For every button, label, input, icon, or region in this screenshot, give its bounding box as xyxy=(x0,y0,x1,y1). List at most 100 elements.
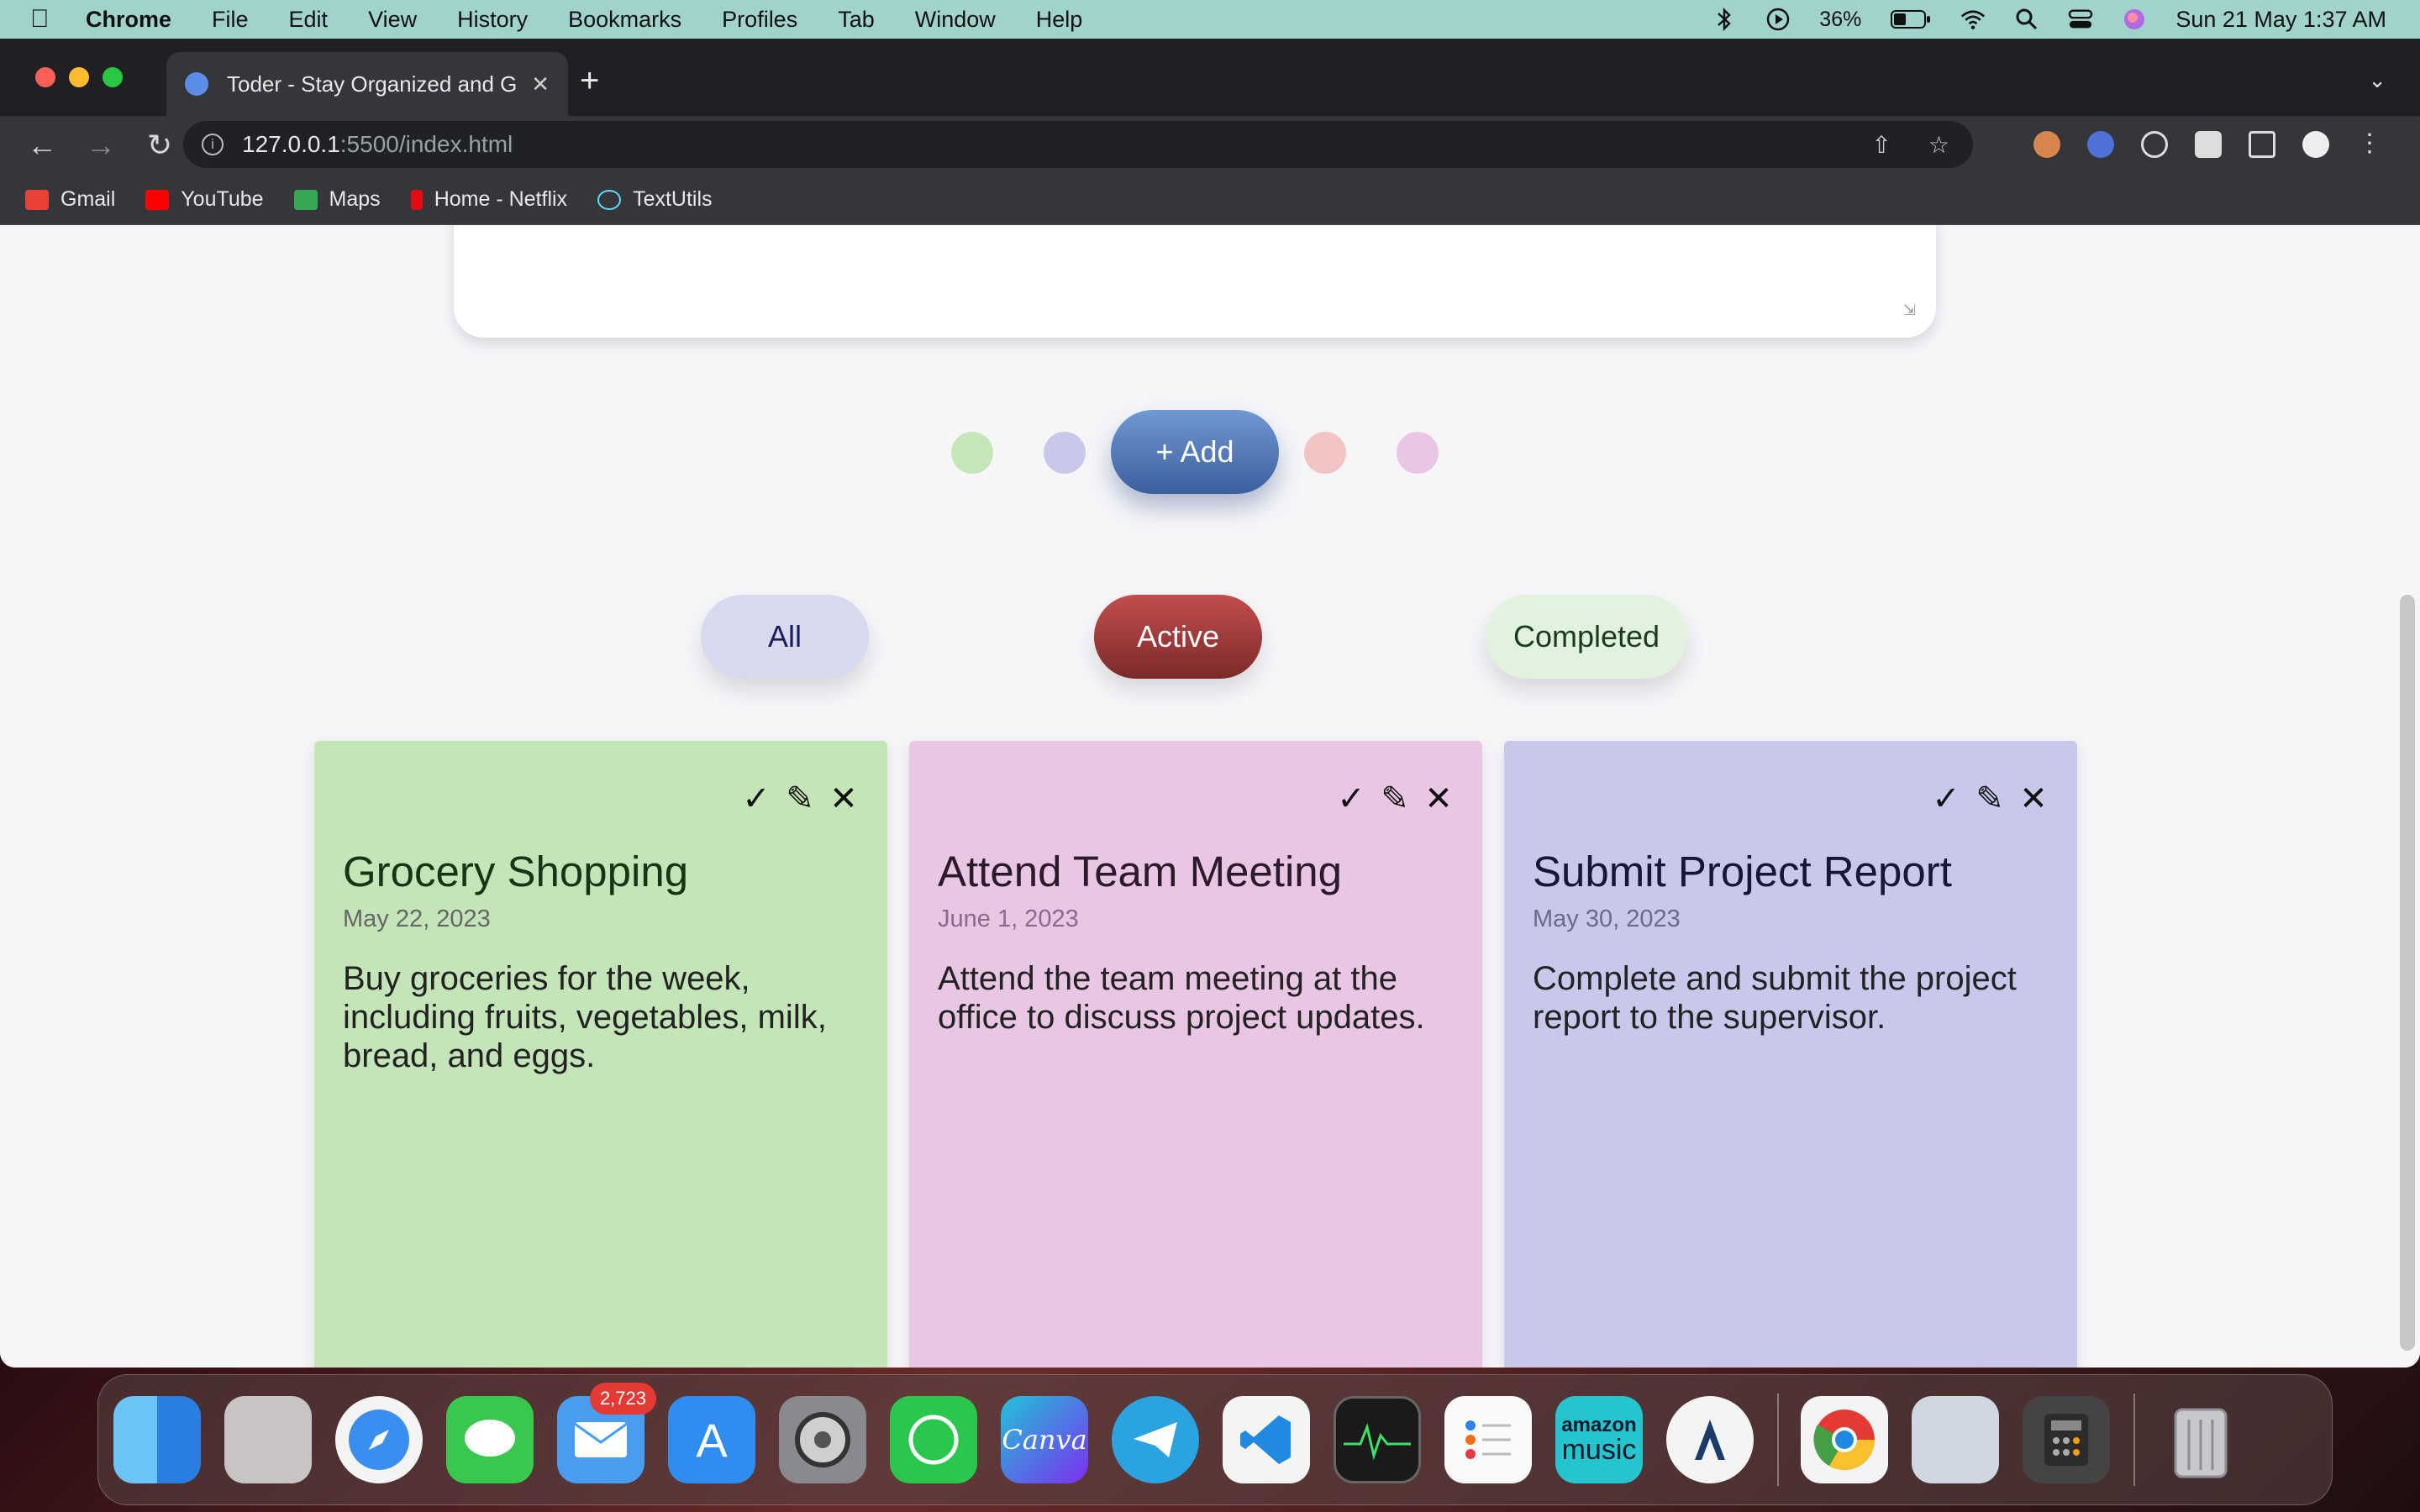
color-option-green[interactable] xyxy=(951,432,993,474)
color-option-pink[interactable] xyxy=(1304,432,1346,474)
profile-avatar-icon[interactable] xyxy=(2302,131,2329,158)
chrome-menu-icon[interactable]: ⋮ xyxy=(2356,131,2383,158)
url-path: :5500/index.html xyxy=(339,131,513,157)
menu-app-name[interactable]: Chrome xyxy=(86,7,171,33)
note-title: Grocery Shopping xyxy=(343,848,689,895)
canva-icon[interactable]: Canva xyxy=(1001,1396,1088,1483)
bookmark-youtube[interactable]: YouTube xyxy=(145,187,264,212)
bookmark-textutils[interactable]: TextUtils xyxy=(597,187,713,212)
delete-close-icon[interactable]: ✕ xyxy=(829,780,859,818)
gmail-icon xyxy=(25,189,49,210)
share-icon[interactable]: ⇧ xyxy=(1871,131,1891,159)
menu-window[interactable]: Window xyxy=(915,7,996,33)
bookmark-star-icon[interactable]: ☆ xyxy=(1928,131,1949,159)
dock-separator xyxy=(1777,1394,1779,1486)
trash-icon[interactable] xyxy=(2157,1396,2244,1483)
note-description: Complete and submit the project report t… xyxy=(1533,960,2017,1036)
calculator-icon[interactable] xyxy=(2023,1396,2110,1483)
browser-tab[interactable]: Toder - Stay Organized and Ge ✕ xyxy=(166,52,568,116)
battery-icon[interactable] xyxy=(1890,7,1932,32)
maps-icon xyxy=(293,189,318,210)
extension-cookie-icon[interactable] xyxy=(2033,131,2060,158)
note-date: June 1, 2023 xyxy=(938,906,1079,932)
edit-pencil-icon[interactable]: ✎ xyxy=(1380,780,1410,818)
wifi-icon[interactable] xyxy=(1960,7,1986,32)
extensions-puzzle-icon[interactable] xyxy=(2195,131,2222,158)
edit-pencil-icon[interactable]: ✎ xyxy=(785,780,815,818)
delete-close-icon[interactable]: ✕ xyxy=(2018,780,2049,818)
bookmark-netflix[interactable]: Home - Netflix xyxy=(410,187,567,212)
close-window-button[interactable] xyxy=(35,67,55,87)
amazon-music-label-top: amazon xyxy=(1561,1414,1637,1436)
apple-icon[interactable]:  xyxy=(30,5,60,34)
address-bar[interactable]: i 127.0.0.1:5500/index.html ⇧ ☆ xyxy=(183,121,1973,168)
amazon-music-icon[interactable]: amazon music xyxy=(1555,1396,1643,1483)
spotlight-search-icon[interactable] xyxy=(2014,7,2039,32)
react-devtools-icon[interactable] xyxy=(2141,131,2168,158)
bookmark-maps[interactable]: Maps xyxy=(293,187,381,212)
reminders-icon[interactable] xyxy=(1444,1396,1532,1483)
edit-pencil-icon[interactable]: ✎ xyxy=(1975,780,2005,818)
menu-edit[interactable]: Edit xyxy=(289,7,329,33)
activity-monitor-icon[interactable] xyxy=(1334,1396,1421,1483)
new-tab-icon[interactable]: + xyxy=(580,62,599,100)
menu-bookmarks[interactable]: Bookmarks xyxy=(568,7,681,33)
vscode-icon[interactable] xyxy=(1223,1396,1310,1483)
bluetooth-icon[interactable] xyxy=(1712,7,1737,32)
tab-search-chevron-icon[interactable]: ⌄ xyxy=(2368,67,2386,93)
menu-help[interactable]: Help xyxy=(1036,7,1083,33)
system-settings-icon[interactable] xyxy=(779,1396,866,1483)
filter-completed-button[interactable]: Completed xyxy=(1486,595,1687,679)
menu-clock[interactable]: Sun 21 May 1:37 AM xyxy=(2175,7,2386,33)
control-center-icon[interactable] xyxy=(2068,7,2093,32)
complete-check-icon[interactable]: ✓ xyxy=(1931,780,1961,818)
tab-title: Toder - Stay Organized and Ge xyxy=(227,71,517,97)
page-scrollbar[interactable] xyxy=(2400,595,2415,1351)
filter-all-button[interactable]: All xyxy=(701,595,869,679)
back-icon[interactable]: ← xyxy=(25,128,59,163)
safari-icon[interactable] xyxy=(335,1396,423,1483)
menu-history[interactable]: History xyxy=(457,7,528,33)
note-date: May 30, 2023 xyxy=(1533,906,1681,932)
color-option-purple[interactable] xyxy=(1397,432,1439,474)
complete-check-icon[interactable]: ✓ xyxy=(1336,780,1366,818)
note-description-textarea[interactable]: ⇲ xyxy=(454,225,1936,338)
forward-icon[interactable]: → xyxy=(84,128,118,163)
android-studio-icon[interactable] xyxy=(1666,1396,1754,1483)
tab-strip: Toder - Stay Organized and Ge ✕ + ⌄ xyxy=(0,39,2420,116)
minimize-window-button[interactable] xyxy=(69,67,89,87)
menu-view[interactable]: View xyxy=(368,7,417,33)
site-info-icon[interactable]: i xyxy=(202,134,224,155)
preview-icon[interactable] xyxy=(1912,1396,1999,1483)
app-store-icon[interactable]: A xyxy=(668,1396,755,1483)
mail-icon[interactable]: 2,723 xyxy=(557,1383,656,1483)
bookmark-gmail[interactable]: Gmail xyxy=(25,187,115,212)
menu-profiles[interactable]: Profiles xyxy=(722,7,797,33)
whatsapp-icon[interactable] xyxy=(890,1396,977,1483)
menu-file[interactable]: File xyxy=(212,7,249,33)
color-option-lavender[interactable] xyxy=(1044,432,1086,474)
url-host: 127.0.0.1 xyxy=(242,131,340,157)
extensions-area: ⋮ xyxy=(2033,131,2383,158)
close-tab-icon[interactable]: ✕ xyxy=(531,71,550,97)
side-panel-icon[interactable] xyxy=(2249,131,2275,158)
add-note-button[interactable]: + Add xyxy=(1111,410,1279,494)
now-playing-icon[interactable] xyxy=(1765,7,1791,32)
netflix-icon xyxy=(410,189,423,210)
launchpad-icon[interactable] xyxy=(224,1396,312,1483)
telegram-icon[interactable] xyxy=(1112,1396,1199,1483)
menu-tab[interactable]: Tab xyxy=(838,7,875,33)
page-viewport: ⇲ + Add All Active Completed ✓ ✎ ✕ Groce… xyxy=(0,225,2420,1368)
delete-close-icon[interactable]: ✕ xyxy=(1423,780,1454,818)
finder-icon[interactable] xyxy=(113,1396,201,1483)
resize-handle-icon[interactable]: ⇲ xyxy=(1903,302,1916,319)
battery-percentage: 36% xyxy=(1819,7,1862,31)
reload-icon[interactable]: ↻ xyxy=(143,128,176,163)
extension-blue-icon[interactable] xyxy=(2087,131,2114,158)
messages-icon[interactable] xyxy=(446,1396,534,1483)
filter-active-button[interactable]: Active xyxy=(1094,595,1262,679)
chrome-icon[interactable] xyxy=(1801,1396,1888,1483)
siri-icon[interactable] xyxy=(2122,7,2147,32)
complete-check-icon[interactable]: ✓ xyxy=(741,780,771,818)
maximize-window-button[interactable] xyxy=(103,67,123,87)
